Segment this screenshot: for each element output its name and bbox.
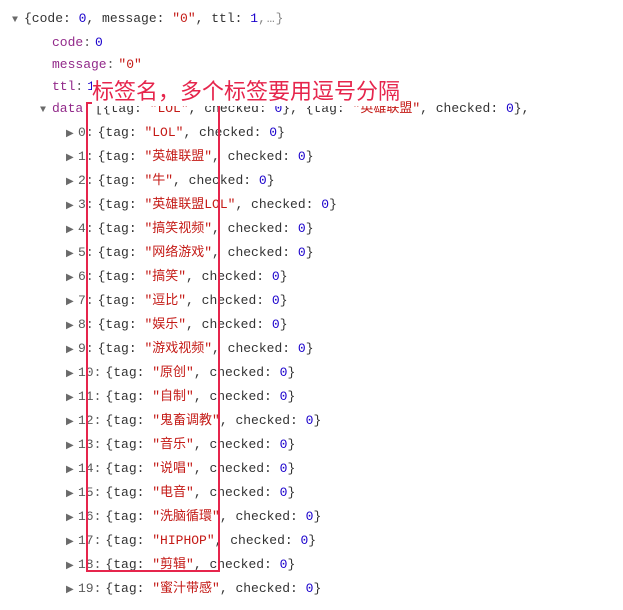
array-item-value: {tag: "原创", checked: 0} bbox=[105, 362, 295, 384]
array-item-value: {tag: "搞笑", checked: 0} bbox=[98, 266, 288, 288]
array-item[interactable]: 10: {tag: "原创", checked: 0} bbox=[0, 362, 623, 386]
array-item[interactable]: 14: {tag: "说唱", checked: 0} bbox=[0, 458, 623, 482]
chevron-right-icon[interactable] bbox=[66, 316, 76, 338]
array-index: 9 bbox=[78, 338, 86, 360]
array-item-value: {tag: "剪辑", checked: 0} bbox=[105, 554, 295, 576]
root-row[interactable]: {code: 0, message: "0", ttl: 1,…} bbox=[0, 8, 623, 32]
array-item[interactable]: 17: {tag: "HIPHOP", checked: 0} bbox=[0, 530, 623, 554]
chevron-right-icon[interactable] bbox=[66, 364, 76, 386]
chevron-down-icon[interactable] bbox=[12, 10, 22, 32]
array-item[interactable]: 7: {tag: "逗比", checked: 0} bbox=[0, 290, 623, 314]
array-item-value: {tag: "网络游戏", checked: 0} bbox=[98, 242, 314, 264]
chevron-right-icon[interactable] bbox=[66, 340, 76, 362]
chevron-right-icon[interactable] bbox=[66, 532, 76, 554]
array-item[interactable]: 16: {tag: "洗脑循環", checked: 0} bbox=[0, 506, 623, 530]
array-item[interactable]: 0: {tag: "LOL", checked: 0} bbox=[0, 122, 623, 146]
chevron-right-icon[interactable] bbox=[66, 268, 76, 290]
array-item-value: {tag: "HIPHOP", checked: 0} bbox=[105, 530, 316, 552]
array-index: 3 bbox=[78, 194, 86, 216]
array-item[interactable]: 19: {tag: "蜜汁带感", checked: 0} bbox=[0, 578, 623, 602]
chevron-right-icon[interactable] bbox=[66, 196, 76, 218]
chevron-right-icon[interactable] bbox=[66, 148, 76, 170]
chevron-down-icon[interactable] bbox=[40, 100, 50, 122]
array-index: 16 bbox=[78, 506, 94, 528]
array-item[interactable]: 6: {tag: "搞笑", checked: 0} bbox=[0, 266, 623, 290]
array-index: 19 bbox=[78, 578, 94, 600]
chevron-right-icon[interactable] bbox=[66, 508, 76, 530]
field-key: ttl bbox=[52, 76, 75, 98]
array-index: 1 bbox=[78, 146, 86, 168]
array-item[interactable]: 1: {tag: "英雄联盟", checked: 0} bbox=[0, 146, 623, 170]
array-item-value: {tag: "游戏视频", checked: 0} bbox=[98, 338, 314, 360]
array-item[interactable]: 15: {tag: "电音", checked: 0} bbox=[0, 482, 623, 506]
array-index: 0 bbox=[78, 122, 86, 144]
array-item[interactable]: 8: {tag: "娱乐", checked: 0} bbox=[0, 314, 623, 338]
array-index: 15 bbox=[78, 482, 94, 504]
array-item[interactable]: 5: {tag: "网络游戏", checked: 0} bbox=[0, 242, 623, 266]
array-index: 14 bbox=[78, 458, 94, 480]
array-item[interactable]: 12: {tag: "鬼畜调教", checked: 0} bbox=[0, 410, 623, 434]
data-array: 0: {tag: "LOL", checked: 0}1: {tag: "英雄联… bbox=[0, 122, 623, 602]
array-index: 12 bbox=[78, 410, 94, 432]
array-index: 2 bbox=[78, 170, 86, 192]
array-item-value: {tag: "LOL", checked: 0} bbox=[98, 122, 285, 144]
array-index: 18 bbox=[78, 554, 94, 576]
field-value: "0" bbox=[118, 54, 141, 76]
array-item-value: {tag: "英雄联盟LOL", checked: 0} bbox=[98, 194, 337, 216]
array-item-value: {tag: "自制", checked: 0} bbox=[105, 386, 295, 408]
array-index: 6 bbox=[78, 266, 86, 288]
array-item[interactable]: 9: {tag: "游戏视频", checked: 0} bbox=[0, 338, 623, 362]
array-item-value: {tag: "牛", checked: 0} bbox=[98, 170, 275, 192]
chevron-right-icon[interactable] bbox=[66, 460, 76, 482]
chevron-right-icon[interactable] bbox=[66, 124, 76, 146]
chevron-right-icon[interactable] bbox=[66, 556, 76, 578]
chevron-right-icon[interactable] bbox=[66, 484, 76, 506]
chevron-right-icon[interactable] bbox=[66, 220, 76, 242]
array-item[interactable]: 13: {tag: "音乐", checked: 0} bbox=[0, 434, 623, 458]
array-index: 7 bbox=[78, 290, 86, 312]
array-item-value: {tag: "电音", checked: 0} bbox=[105, 482, 295, 504]
chevron-right-icon[interactable] bbox=[66, 436, 76, 458]
array-index: 11 bbox=[78, 386, 94, 408]
array-item-value: {tag: "说唱", checked: 0} bbox=[105, 458, 295, 480]
array-item-value: {tag: "逗比", checked: 0} bbox=[98, 290, 288, 312]
array-item-value: {tag: "娱乐", checked: 0} bbox=[98, 314, 288, 336]
array-item[interactable]: 11: {tag: "自制", checked: 0} bbox=[0, 386, 623, 410]
array-item[interactable]: 4: {tag: "搞笑视频", checked: 0} bbox=[0, 218, 623, 242]
array-item-value: {tag: "英雄联盟", checked: 0} bbox=[98, 146, 314, 168]
field-code[interactable]: code: 0 bbox=[0, 32, 623, 54]
array-index: 17 bbox=[78, 530, 94, 552]
field-key: code bbox=[52, 32, 83, 54]
array-item-value: {tag: "蜜汁带感", checked: 0} bbox=[105, 578, 321, 600]
field-value: 0 bbox=[95, 32, 103, 54]
array-item-value: {tag: "音乐", checked: 0} bbox=[105, 434, 295, 456]
array-index: 10 bbox=[78, 362, 94, 384]
field-key: data bbox=[52, 98, 83, 120]
field-message[interactable]: message: "0" bbox=[0, 54, 623, 76]
array-index: 5 bbox=[78, 242, 86, 264]
array-index: 4 bbox=[78, 218, 86, 240]
array-item-value: {tag: "搞笑视频", checked: 0} bbox=[98, 218, 314, 240]
field-key: message bbox=[52, 54, 107, 76]
chevron-right-icon[interactable] bbox=[66, 580, 76, 602]
chevron-right-icon[interactable] bbox=[66, 292, 76, 314]
annotation-label: 标签名，多个标签要用逗号分隔 bbox=[92, 74, 400, 106]
array-index: 8 bbox=[78, 314, 86, 336]
chevron-right-icon[interactable] bbox=[66, 244, 76, 266]
root-summary: {code: 0, message: "0", ttl: 1,…} bbox=[24, 8, 284, 30]
array-item[interactable]: 2: {tag: "牛", checked: 0} bbox=[0, 170, 623, 194]
array-item-value: {tag: "洗脑循環", checked: 0} bbox=[105, 506, 321, 528]
array-item[interactable]: 3: {tag: "英雄联盟LOL", checked: 0} bbox=[0, 194, 623, 218]
chevron-right-icon[interactable] bbox=[66, 172, 76, 194]
array-index: 13 bbox=[78, 434, 94, 456]
array-item[interactable]: 18: {tag: "剪辑", checked: 0} bbox=[0, 554, 623, 578]
chevron-right-icon[interactable] bbox=[66, 388, 76, 410]
array-item-value: {tag: "鬼畜调教", checked: 0} bbox=[105, 410, 321, 432]
chevron-right-icon[interactable] bbox=[66, 412, 76, 434]
